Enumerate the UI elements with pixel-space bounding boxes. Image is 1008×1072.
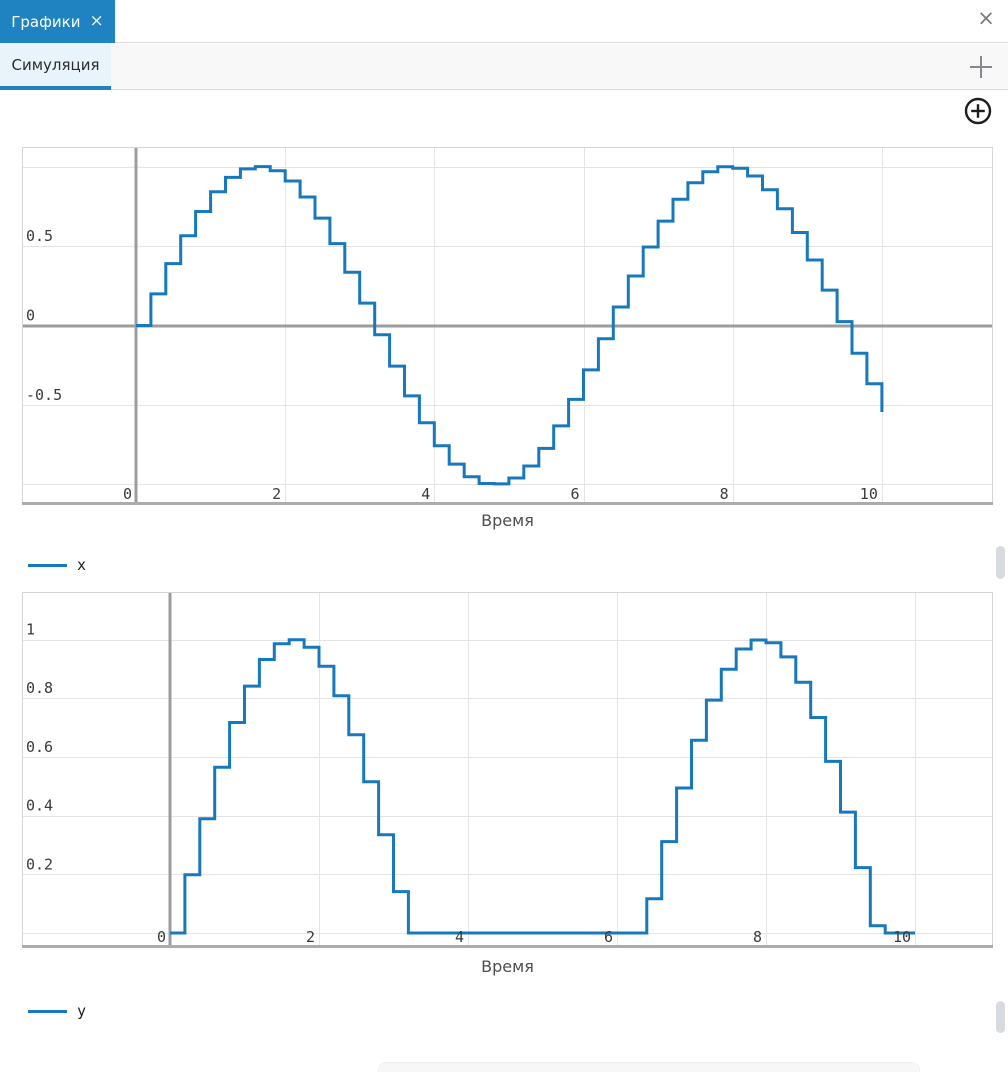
tab-simulation[interactable]: Симуляция: [0, 44, 111, 90]
y-tick-label: 0.6: [26, 738, 53, 756]
tab-strip: Симуляция: [0, 44, 1008, 90]
chart-x-axis-label: Время: [22, 511, 993, 530]
y-tick-label: 0: [26, 307, 35, 325]
tab-simulation-label: Симуляция: [11, 56, 99, 74]
x-tick-label: 8: [720, 485, 729, 503]
plot-border: [23, 593, 993, 948]
x-tick-label: 0: [123, 485, 132, 503]
y-tick-label: 0.4: [26, 797, 53, 815]
y-tick-label: 0.5: [26, 227, 53, 245]
window-tab-label: Графики: [11, 13, 80, 31]
y-tick-label: 1: [26, 621, 35, 639]
window-close-icon[interactable]: ×: [976, 8, 996, 28]
add-tab-plus-icon[interactable]: [970, 56, 992, 78]
x-tick-label: 6: [604, 928, 613, 946]
legend-series-label: y: [77, 1002, 86, 1020]
y-tick-label: -0.5: [26, 386, 62, 404]
x-tick-label: 8: [753, 928, 762, 946]
x-tick-label: 2: [306, 928, 315, 946]
graph-window: Графики × × Симуляция 02468100.50-0.5 Вр…: [0, 0, 1008, 1072]
series-step-line: [170, 640, 915, 933]
chart-x-plot-area[interactable]: 0 2 4 6 8 10 0.5 0 -0.5: [22, 147, 993, 505]
vertical-scrollbar-thumb[interactable]: [996, 1001, 1005, 1033]
y-tick-label: 0.2: [26, 855, 53, 873]
chart-y-legend: y: [28, 1002, 86, 1020]
tab-close-icon[interactable]: ×: [90, 13, 104, 30]
horizontal-scrollbar[interactable]: [378, 1062, 920, 1072]
x-tick-label: 10: [860, 485, 878, 503]
chart-y-plot-area[interactable]: 0 2 4 6 8 10 1 0.8 0.6 0.4 0.2: [22, 592, 993, 948]
window-tab-graphs[interactable]: Графики ×: [0, 0, 115, 43]
x-tick-label: 4: [455, 928, 464, 946]
chart-x-legend: x: [28, 556, 86, 574]
y-tick-label: 0.8: [26, 679, 53, 697]
chart-y-axis-label: Время: [22, 957, 993, 976]
legend-line-swatch: [28, 1010, 67, 1013]
x-tick-label: 0: [157, 928, 166, 946]
window-titlebar: Графики × ×: [0, 0, 1008, 43]
x-tick-label: 10: [893, 928, 911, 946]
legend-series-label: x: [77, 556, 86, 574]
x-tick-label: 4: [421, 485, 430, 503]
x-tick-label: 2: [272, 485, 281, 503]
x-tick-label: 6: [570, 485, 579, 503]
vertical-scrollbar-thumb[interactable]: [996, 546, 1005, 579]
zoom-mode-circle-plus-icon[interactable]: [963, 96, 993, 126]
legend-line-swatch: [28, 564, 67, 567]
